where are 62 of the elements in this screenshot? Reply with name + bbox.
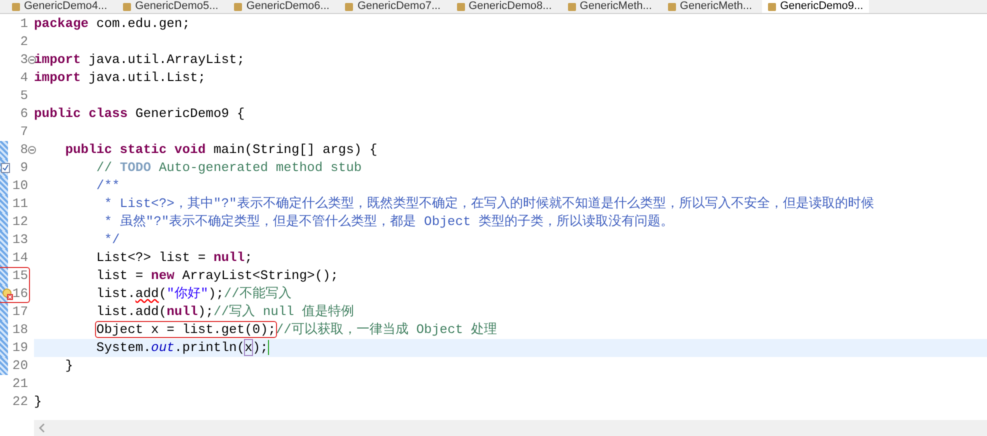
collapse-icon[interactable] xyxy=(28,56,36,64)
code-line: * 虽然"?"表示不确定类型，但是不管什么类型，都是 Object 类型的子类，所以读取没有问题。 xyxy=(103,214,674,229)
code-line: System.out.println(x); xyxy=(96,340,270,355)
editor-tab[interactable]: GenericDemo7... xyxy=(339,0,447,13)
horizontal-scrollbar[interactable] xyxy=(34,420,987,436)
line-number: 11 xyxy=(12,195,28,213)
line-number: 21 xyxy=(12,375,28,393)
code-line: import java.util.ArrayList; xyxy=(34,52,245,67)
code-line: } xyxy=(65,358,74,373)
java-file-icon xyxy=(668,2,676,10)
code-line: public static void main(String[] args) { xyxy=(65,142,378,157)
editor-tab[interactable]: GenericDemo8... xyxy=(450,0,558,13)
line-number: 17 xyxy=(12,303,28,321)
collapse-icon[interactable] xyxy=(28,146,36,154)
line-number: 1 xyxy=(20,15,28,33)
editor-tab[interactable]: GenericDemo6... xyxy=(228,0,336,13)
line-number: 16 xyxy=(12,285,28,303)
editor-tab[interactable]: GenericDemo4... xyxy=(6,0,114,13)
line-number: 18 xyxy=(12,321,28,339)
java-file-icon xyxy=(456,2,465,10)
code-line: * List<?>，其中"?"表示不确定什么类型，既然类型不确定，在写入的时候就不知道是什么类型，所以写入不安全，但是读取的时候 xyxy=(103,196,874,211)
code-line: public class GenericDemo9 { xyxy=(34,106,245,121)
code-line: Object x = list.get(0);//可以获取，一律当成 Object 处理 xyxy=(96,322,497,337)
code-line: list.add("你好");//不能写入 xyxy=(96,286,292,301)
code-line: list.add(null);//写入 null 值是特例 xyxy=(96,304,354,319)
java-file-icon xyxy=(568,2,576,10)
code-line: */ xyxy=(103,232,120,247)
text-cursor xyxy=(268,340,270,356)
line-number: 2 xyxy=(20,33,28,51)
line-number: 7 xyxy=(20,123,28,141)
editor-tab[interactable]: GenericDemo9... xyxy=(762,0,870,13)
editor-tab[interactable]: GenericDemo5... xyxy=(117,0,224,13)
code-line: import java.util.List; xyxy=(34,70,206,85)
code-line: list = new ArrayList<String>(); xyxy=(96,268,338,283)
line-number: 5 xyxy=(20,87,28,105)
lightbulb-error-icon[interactable] xyxy=(2,288,14,300)
editor-tab[interactable]: GenericMeth... xyxy=(562,0,658,13)
line-number: 13 xyxy=(12,231,28,249)
java-file-icon xyxy=(345,2,354,10)
line-number: 19 xyxy=(12,339,28,357)
line-number: 20 xyxy=(12,357,28,375)
code-line: List<?> list = null; xyxy=(96,250,252,265)
java-file-icon xyxy=(123,2,132,10)
java-file-icon xyxy=(768,2,776,10)
line-number: 8 xyxy=(20,141,28,159)
code-line: // TODO Auto-generated method stub xyxy=(96,160,362,175)
line-number: 9 xyxy=(20,159,28,177)
scroll-left-icon[interactable] xyxy=(38,423,46,433)
line-number: 4 xyxy=(20,69,28,87)
line-number: 12 xyxy=(12,213,28,231)
line-number: 3 xyxy=(20,51,28,69)
code-line: package com.edu.gen; xyxy=(34,16,190,31)
editor-tab[interactable]: GenericMeth... xyxy=(662,0,758,13)
line-number: 15 xyxy=(12,267,28,285)
code-line: } xyxy=(34,394,42,409)
java-file-icon xyxy=(12,2,20,10)
line-number: 22 xyxy=(12,393,28,411)
java-file-icon xyxy=(234,2,242,10)
code-line: /** xyxy=(96,178,120,193)
line-number: 14 xyxy=(12,249,28,267)
line-number: 10 xyxy=(12,177,28,195)
line-number: 6 xyxy=(20,105,28,123)
